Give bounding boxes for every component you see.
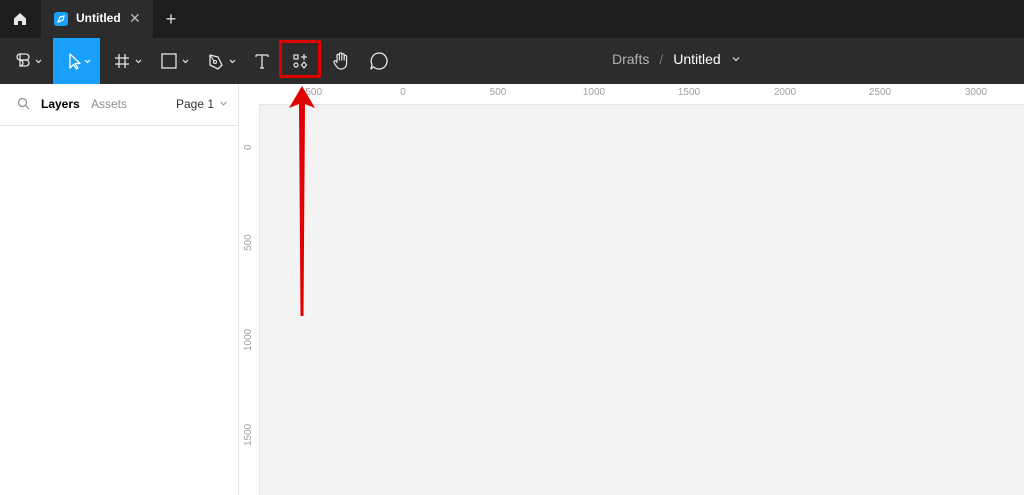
ruler-tick: 500 — [243, 234, 254, 251]
tab-close-button[interactable]: ✕ — [129, 10, 141, 26]
tab-title: Untitled — [76, 11, 121, 25]
figma-logo-icon — [16, 53, 42, 67]
breadcrumb-file-name[interactable]: Untitled — [673, 51, 720, 67]
ruler-tick: 2500 — [868, 87, 892, 98]
figma-file-icon — [54, 12, 68, 26]
ruler-tick: 1000 — [243, 328, 254, 351]
breadcrumb: Drafts / Untitled — [612, 51, 741, 67]
hand-tool[interactable] — [326, 38, 356, 84]
main-menu-tool[interactable] — [6, 38, 50, 84]
new-tab-button[interactable]: + — [160, 6, 182, 32]
text-tool[interactable] — [248, 38, 276, 84]
tab-assets[interactable]: Assets — [91, 97, 127, 111]
ruler-tick: 1500 — [243, 423, 254, 446]
home-icon — [14, 13, 26, 25]
tab-untitled[interactable]: Untitled ✕ — [41, 0, 153, 38]
annotation-arrow — [289, 86, 315, 316]
frame-icon — [115, 54, 142, 68]
tab-bar: Untitled ✕ + — [0, 0, 1024, 38]
tab-layers[interactable]: Layers — [41, 97, 80, 111]
chevron-down-icon — [220, 101, 227, 106]
comment-tool[interactable] — [364, 38, 394, 84]
comment-icon — [370, 52, 388, 70]
ruler-tick: 1500 — [677, 87, 701, 98]
ruler-tick: 1000 — [582, 87, 606, 98]
highlight-box — [279, 40, 321, 78]
layers-panel: Layers Assets Page 1 — [0, 84, 239, 495]
rectangle-icon — [161, 53, 189, 69]
pen-tool[interactable] — [202, 38, 242, 84]
toolbar: Drafts / Untitled — [0, 38, 1024, 84]
text-icon — [255, 54, 269, 69]
breadcrumb-separator: / — [659, 51, 664, 67]
frame-tool[interactable] — [108, 38, 148, 84]
page-selector[interactable]: Page 1 — [176, 97, 228, 111]
page-name: Page 1 — [176, 97, 215, 111]
search-icon[interactable] — [17, 97, 30, 110]
pen-icon — [209, 54, 236, 70]
ruler-tick: 3000 — [964, 87, 988, 98]
move-tool[interactable] — [53, 38, 100, 84]
home-button[interactable] — [0, 0, 40, 38]
ruler-tick: 2000 — [773, 87, 797, 98]
shape-tool[interactable] — [155, 38, 195, 84]
ruler-tick: 0 — [400, 87, 406, 98]
cursor-icon — [68, 53, 90, 70]
hand-icon — [333, 52, 348, 70]
breadcrumb-folder[interactable]: Drafts — [612, 51, 649, 67]
panel-header: Layers Assets Page 1 — [0, 84, 238, 126]
design-canvas[interactable] — [260, 105, 1024, 495]
vertical-ruler: 0 500 1000 1500 — [239, 104, 260, 495]
ruler-tick: 500 — [489, 87, 507, 98]
chevron-down-icon[interactable] — [731, 54, 741, 64]
ruler-tick: 0 — [243, 144, 254, 150]
horizontal-ruler: -500 0 500 1000 1500 2000 2500 3000 — [239, 84, 1024, 105]
